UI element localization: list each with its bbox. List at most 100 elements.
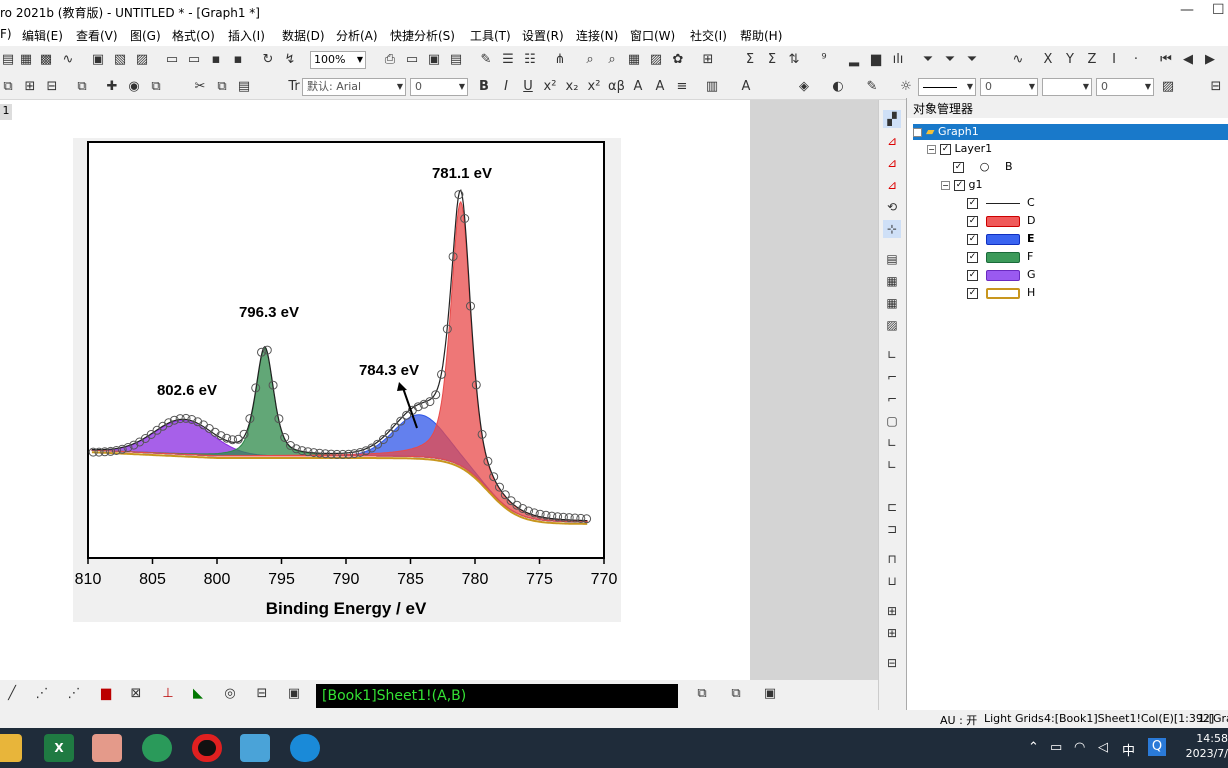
prev-icon[interactable]: ◀ — [1180, 52, 1196, 68]
recalculate-icon[interactable]: ↻ — [260, 52, 276, 68]
tree-node-plot-b[interactable]: ✓ ○ B — [953, 160, 1013, 176]
font-color-icon[interactable]: A — [738, 79, 754, 95]
save-template-icon[interactable]: ▪ — [230, 52, 246, 68]
merge-icon[interactable]: ⊞ — [22, 79, 38, 95]
subscript-icon[interactable]: x₂ — [564, 79, 580, 95]
save-icon[interactable]: ▪ — [208, 52, 224, 68]
axis-l-icon[interactable]: ∟ — [883, 346, 901, 364]
line-color-icon[interactable]: ✎ — [864, 79, 880, 95]
wechat-icon[interactable] — [142, 734, 172, 762]
paste-icon[interactable]: ▤ — [236, 79, 252, 95]
plot-b-checkbox[interactable]: ✓ — [953, 161, 964, 173]
table-border-icon[interactable]: ▥ — [704, 79, 720, 95]
peak-annotation[interactable]: 784.3 eV — [359, 362, 419, 379]
tree-node-plot-d[interactable]: ✓ D — [967, 214, 1035, 230]
boxplot-tool-icon[interactable]: ⊟ — [254, 686, 270, 702]
collapse-icon[interactable]: − — [927, 144, 936, 154]
rotate-tool-icon[interactable]: ⟲ — [883, 198, 901, 216]
underline-icon[interactable]: U — [520, 79, 536, 95]
minimize-button[interactable]: — — [1180, 2, 1194, 18]
menu-window[interactable]: 窗口(W) — [630, 27, 675, 44]
statistics-icon[interactable]: Σ — [764, 52, 780, 68]
command-window-icon[interactable]: ☰ — [500, 52, 516, 68]
qq-icon[interactable]: Q — [1148, 738, 1166, 756]
more-icon[interactable]: ⊟ — [1208, 79, 1224, 95]
set-x-icon[interactable]: X — [1040, 52, 1056, 68]
menu-graph[interactable]: 图(G) — [130, 27, 161, 44]
axis-top-icon[interactable]: ⌐ — [883, 368, 901, 386]
excel-icon[interactable]: X — [44, 734, 74, 762]
menu-help[interactable]: 帮助(H) — [740, 27, 782, 44]
peak-icon[interactable]: ∿ — [1010, 52, 1026, 68]
graph-layer-tab[interactable]: 1 — [0, 104, 12, 120]
menu-data[interactable]: 数据(D) — [282, 27, 325, 44]
sum-icon[interactable]: Σ — [742, 52, 758, 68]
menu-analysis[interactable]: 分析(A) — [336, 27, 378, 44]
axis-box-icon[interactable]: ▢ — [883, 412, 901, 430]
copy-format-icon[interactable]: ⧉ — [74, 79, 90, 95]
object-tool-icon[interactable]: ⧉ — [728, 686, 744, 702]
axis-out-icon[interactable]: ∟ — [883, 456, 901, 474]
group-checkbox[interactable]: ✓ — [954, 179, 965, 191]
layer-4-icon[interactable]: ▨ — [883, 316, 901, 334]
chevron-up-icon[interactable]: ⌃ — [1028, 740, 1039, 755]
font-select[interactable]: 默认: Arial ▼ — [302, 78, 406, 96]
line-style-select[interactable]: ▼ — [918, 78, 976, 96]
tree-node-plot-g[interactable]: ✓ G — [967, 268, 1036, 284]
tree-node-plot-h[interactable]: ✓ H — [967, 286, 1035, 302]
layer-3-icon[interactable]: ▦ — [883, 294, 901, 312]
grid-tool-icon[interactable]: ▣ — [762, 686, 778, 702]
plot-e-checkbox[interactable]: ✓ — [967, 233, 978, 245]
axis-tool-icon[interactable]: ⊿ — [883, 132, 901, 150]
menu-file[interactable]: F) — [0, 27, 12, 41]
increase-font-icon[interactable]: A — [630, 79, 646, 95]
add-column-icon[interactable]: ⊞ — [700, 52, 716, 68]
set-none-icon[interactable]: · — [1128, 52, 1144, 68]
clock[interactable]: 14:58 2023/7/ — [1178, 731, 1228, 761]
record-icon[interactable] — [192, 734, 222, 762]
italic-icon[interactable]: I — [498, 79, 514, 95]
menu-tools[interactable]: 工具(T) — [470, 27, 511, 44]
tree-node-graph[interactable]: − ▰ Graph1 — [913, 124, 1228, 140]
decrease-font-icon[interactable]: A — [652, 79, 668, 95]
copy-icon[interactable]: ⧉ — [214, 79, 230, 95]
volume-icon[interactable]: ◁ — [1098, 740, 1108, 755]
note-icon[interactable]: ▨ — [648, 52, 664, 68]
apps-icon[interactable]: ✿ — [670, 52, 686, 68]
font-size-select[interactable]: 0 ▼ — [410, 78, 468, 96]
edge-icon[interactable] — [290, 734, 320, 762]
bold-icon[interactable]: B — [476, 79, 492, 95]
filter-options-icon[interactable]: ⏷ — [964, 52, 980, 68]
scatter-tool-icon[interactable]: ⋰ — [34, 686, 50, 702]
collapse-icon[interactable]: − — [913, 127, 922, 137]
next-icon[interactable]: ▶ — [1202, 52, 1218, 68]
axis-in-icon[interactable]: ∟ — [883, 434, 901, 452]
pattern-fill-icon[interactable]: ▨ — [1160, 79, 1176, 95]
project-explorer-icon[interactable]: ▣ — [426, 52, 442, 68]
collapse-icon[interactable]: − — [941, 180, 950, 190]
menu-settings[interactable]: 设置(R) — [522, 27, 564, 44]
first-icon[interactable]: ⏮ — [1158, 52, 1174, 68]
column-tool-icon[interactable]: ▆ — [98, 686, 114, 702]
layer-2-icon[interactable]: ▦ — [883, 272, 901, 290]
peak-annotation[interactable]: 796.3 eV — [239, 304, 299, 321]
surface-tool-icon[interactable]: ⊠ — [128, 686, 144, 702]
layer-checkbox[interactable]: ✓ — [940, 143, 951, 155]
new-workbook-icon[interactable]: ▦ — [18, 52, 34, 68]
sort-icon[interactable]: ⇅ — [786, 52, 802, 68]
menu-view[interactable]: 查看(V) — [76, 27, 118, 44]
cut-icon[interactable]: ✂ — [192, 79, 208, 95]
arrange-icon[interactable]: ⊟ — [44, 79, 60, 95]
set-values-icon[interactable]: ⁹ — [816, 52, 832, 68]
stat-tool-icon[interactable]: ⊥ — [160, 686, 176, 702]
peak-annotation[interactable]: 802.6 eV — [157, 382, 217, 399]
zoom-select[interactable]: 100% ▼ — [310, 51, 366, 69]
plot-g-checkbox[interactable]: ✓ — [967, 269, 978, 281]
plot-f-checkbox[interactable]: ✓ — [967, 251, 978, 263]
new-project-icon[interactable]: ▤ — [0, 52, 16, 68]
results-log-icon[interactable]: ▤ — [448, 52, 464, 68]
app-icon[interactable] — [240, 734, 270, 762]
new-graph-icon[interactable]: ∿ — [60, 52, 76, 68]
export-icon[interactable]: ▭ — [404, 52, 420, 68]
layer-tool-icon[interactable]: ⧉ — [694, 686, 710, 702]
